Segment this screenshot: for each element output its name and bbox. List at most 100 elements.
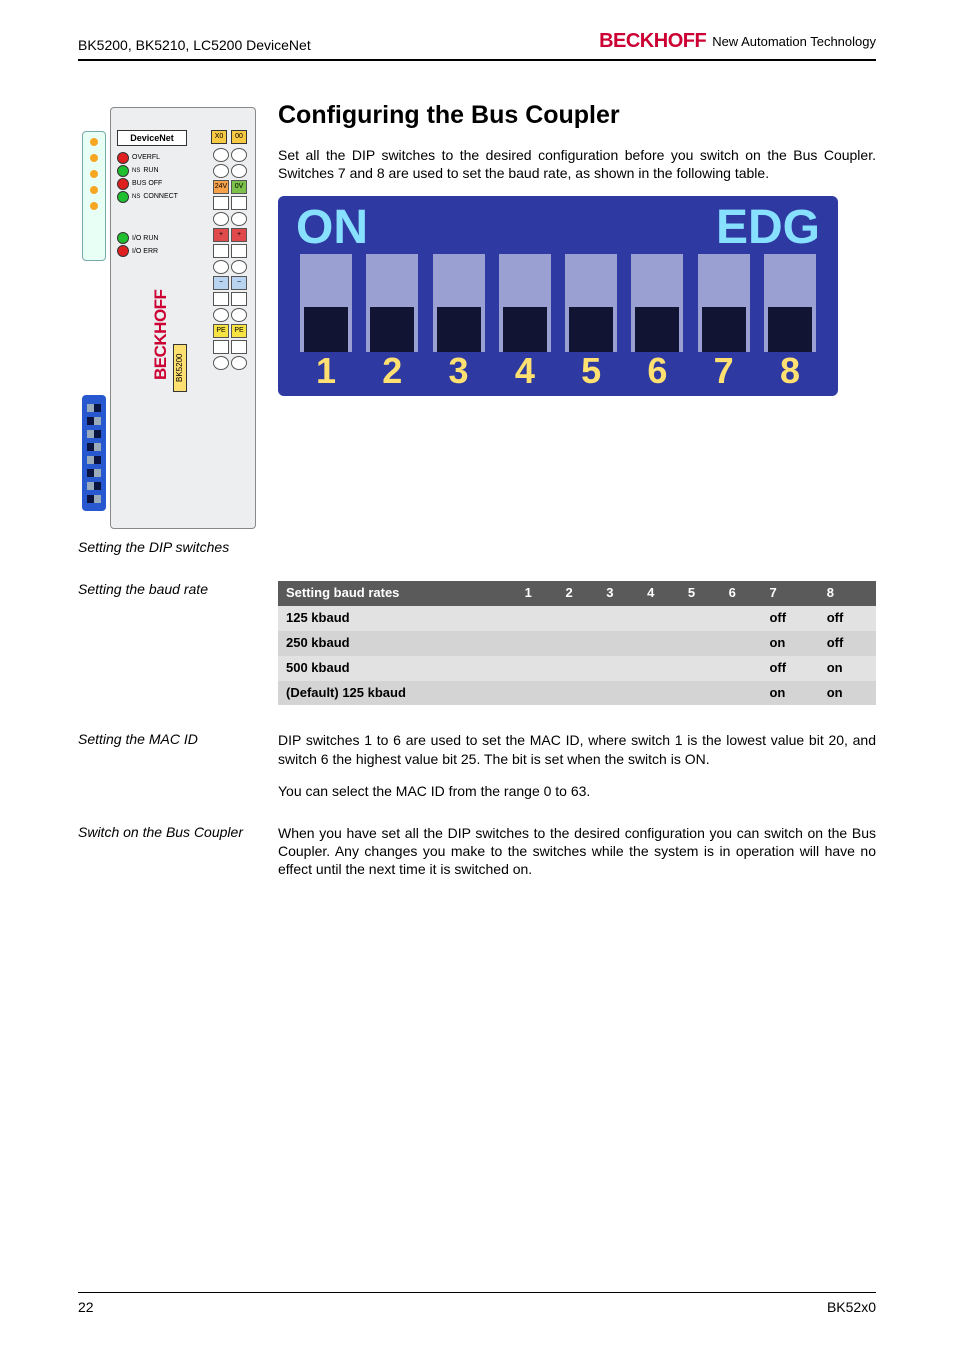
dip-switch-diagram: ON EDG 1 2 3 4 5 [278, 196, 838, 396]
baud-col-7: 7 [761, 581, 818, 606]
baud-table-row: 500 kbaudoffon [278, 656, 876, 681]
baud-switch-cell [557, 631, 598, 656]
bus-pin-4 [90, 186, 98, 194]
doc-title: BK5200, BK5210, LC5200 DeviceNet [78, 37, 311, 53]
dip-edg-label: EDG [716, 200, 820, 255]
brand-tagline: New Automation Technology [712, 34, 876, 49]
baud-switch-cell [680, 606, 721, 631]
page-header: BK5200, BK5210, LC5200 DeviceNet BECKHOF… [78, 30, 876, 61]
mac-id-section-label: Setting the MAC ID [78, 731, 258, 747]
terminal-plus: + [213, 228, 229, 242]
dip-slot-4 [499, 254, 551, 352]
baud-switch-cell: off [819, 631, 876, 656]
terminal-empty [231, 196, 247, 210]
terminal-hole-icon [231, 356, 247, 370]
baud-rate-section-label: Setting the baud rate [78, 581, 258, 597]
x0-label: X0 [211, 130, 227, 144]
baud-col-6: 6 [721, 581, 762, 606]
io-run-label: I/O RUN [132, 235, 158, 242]
baud-col-rate: Setting baud rates [278, 581, 517, 606]
bus-pin-5 [90, 202, 98, 210]
page-footer: 22 BK52x0 [78, 1292, 876, 1315]
baud-switch-cell [721, 681, 762, 706]
mac-id-paragraph-2: You can select the MAC ID from the range… [278, 782, 876, 800]
mac-id-paragraph-1: DIP switches 1 to 6 are used to set the … [278, 731, 876, 767]
baud-col-1: 1 [517, 581, 558, 606]
dip-number: 3 [433, 350, 485, 392]
status-led-group: OVERFL NSRUN BUS OFF NSCONNECT [117, 152, 178, 204]
terminal-led-icon [231, 148, 247, 162]
baud-switch-cell [680, 656, 721, 681]
model-code-tag: BK5200 [173, 344, 187, 392]
terminal-minus: − [231, 276, 247, 290]
module-body: DeviceNet X0 00 OVERFL NSRUN BUS OFF NSC… [110, 107, 256, 529]
baud-rate-cell: (Default) 125 kbaud [278, 681, 517, 706]
dip-slot-8 [764, 254, 816, 352]
terminal-empty [231, 244, 247, 258]
baud-switch-cell [517, 606, 558, 631]
terminal-pe: PE [213, 324, 229, 338]
baud-table-row: 250 kbaudonoff [278, 631, 876, 656]
terminal-0v: 0V [231, 180, 247, 194]
baud-col-2: 2 [557, 581, 598, 606]
dip-on-label: ON [296, 200, 368, 255]
dip-slot-5 [565, 254, 617, 352]
terminal-hole-icon [231, 308, 247, 322]
brand-name: BECKHOFF [599, 30, 706, 53]
terminal-plus: + [231, 228, 247, 242]
dip-slots [300, 254, 816, 352]
busoff-label: BUS OFF [132, 179, 162, 189]
run-label: RUN [143, 166, 158, 176]
terminal-hole-icon [213, 212, 229, 226]
dip-slot-1 [300, 254, 352, 352]
baud-switch-cell [557, 681, 598, 706]
terminal-led-icon [231, 164, 247, 178]
io-err-label: I/O ERR [132, 248, 158, 255]
bus-pin-2 [90, 154, 98, 162]
terminal-empty [213, 340, 229, 354]
dip-number: 7 [698, 350, 750, 392]
terminal-hole-icon [231, 212, 247, 226]
baud-switch-cell [517, 681, 558, 706]
baud-switch-cell [680, 631, 721, 656]
baud-switch-cell: on [819, 681, 876, 706]
ns2-label: NS [132, 192, 140, 202]
baud-switch-cell [557, 606, 598, 631]
dip-number: 1 [300, 350, 352, 392]
baud-table-header-row: Setting baud rates 1 2 3 4 5 6 7 8 [278, 581, 876, 606]
doc-code: BK52x0 [827, 1299, 876, 1315]
terminal-empty [231, 340, 247, 354]
dip-number: 5 [565, 350, 617, 392]
baud-switch-cell: off [761, 606, 818, 631]
terminal-hole-icon [213, 260, 229, 274]
baud-switch-cell: off [819, 606, 876, 631]
baud-rate-table: Setting baud rates 1 2 3 4 5 6 7 8 125 k… [278, 581, 876, 705]
dip-switch-on-device [82, 395, 106, 511]
io-led-group: I/O RUN I/O ERR [117, 232, 158, 258]
dip-number: 6 [631, 350, 683, 392]
io-err-led-icon [117, 245, 129, 257]
dip-slot-6 [631, 254, 683, 352]
dip-number: 2 [366, 350, 418, 392]
baud-switch-cell: on [761, 631, 818, 656]
baud-switch-cell [517, 656, 558, 681]
baud-switch-cell [639, 631, 680, 656]
terminal-hole-icon [213, 308, 229, 322]
io-run-led-icon [117, 232, 129, 244]
baud-switch-cell [721, 631, 762, 656]
switch-on-section-label: Switch on the Bus Coupler [78, 824, 258, 840]
page-number: 22 [78, 1299, 94, 1315]
baud-table-row: (Default) 125 kbaudonon [278, 681, 876, 706]
baud-switch-cell [721, 656, 762, 681]
intro-paragraph: Set all the DIP switches to the desired … [278, 146, 876, 182]
terminal-empty [231, 292, 247, 306]
baud-switch-cell [598, 631, 639, 656]
baud-switch-cell [598, 656, 639, 681]
devicenet-label: DeviceNet [117, 130, 187, 146]
figure-caption: Setting the DIP switches [78, 539, 258, 555]
dip-number: 4 [499, 350, 551, 392]
run-led-icon [117, 165, 129, 177]
dip-number: 8 [764, 350, 816, 392]
brand: BECKHOFF New Automation Technology [599, 30, 876, 53]
terminal-hole-icon [213, 356, 229, 370]
